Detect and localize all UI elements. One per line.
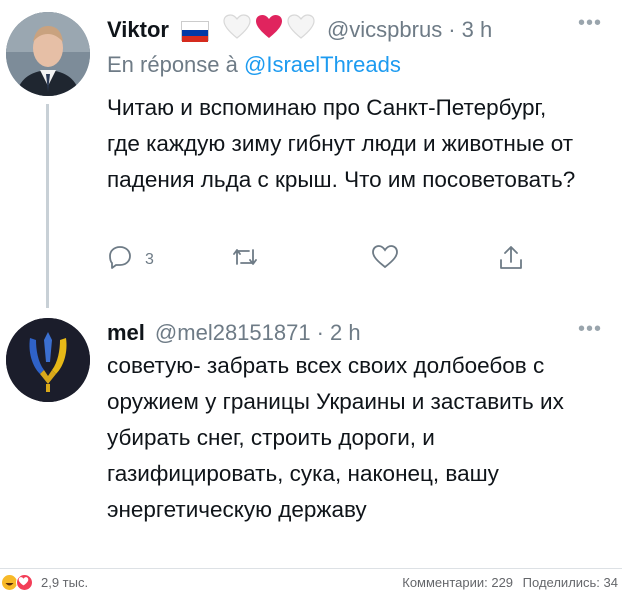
author-name[interactable]: Viktor	[107, 17, 169, 43]
like-button[interactable]	[371, 244, 399, 275]
reply-prefix: En réponse à	[107, 52, 238, 77]
reply-icon	[107, 244, 133, 275]
timestamp[interactable]: · 3 h	[448, 17, 492, 43]
reply-context: En réponse à @IsraelThreads	[107, 52, 401, 78]
share-button[interactable]	[497, 244, 525, 277]
ukraine-trident-avatar-icon[interactable]	[6, 318, 90, 402]
author-handle[interactable]: @mel28151871	[155, 320, 311, 346]
white-heart-icon	[287, 14, 315, 46]
timestamp[interactable]: · 2 h	[317, 320, 361, 346]
reactions-count: 2,9 тыс.	[41, 575, 89, 590]
more-icon[interactable]: •••	[578, 318, 602, 341]
comments-count[interactable]: Комментарии: 229	[402, 575, 513, 590]
like-icon	[371, 244, 399, 275]
reactions[interactable]: 2,9 тыс.	[2, 574, 88, 591]
love-reaction-icon	[16, 574, 33, 591]
tweet-actions: 3	[107, 244, 527, 278]
tweet-text: Читаю и вспоминаю про Санкт-Петербург, г…	[107, 95, 576, 192]
tweet-mel[interactable]: mel @mel28151871 · 2 h ••• советую- забр…	[0, 300, 622, 568]
flag-russia-icon	[180, 21, 209, 42]
red-heart-icon	[255, 14, 283, 46]
reply-to-link[interactable]: @IsraelThreads	[244, 52, 401, 77]
reply-count: 3	[145, 250, 154, 268]
retweet-icon	[231, 244, 259, 275]
reply-button[interactable]: 3	[107, 244, 154, 275]
tweet-viktor[interactable]: Viktor @vicspbrus · 3 h ••• En réponse à…	[0, 0, 622, 308]
post-footer: 2,9 тыс. Комментарии: 229 Поделились: 34	[0, 568, 622, 593]
white-heart-icon	[223, 14, 251, 46]
retweet-button[interactable]	[231, 244, 259, 275]
tweet-header: mel @mel28151871 · 2 h	[107, 320, 361, 346]
footer-stats: Комментарии: 229 Поделились: 34	[402, 575, 618, 590]
tweet-header: Viktor @vicspbrus · 3 h	[107, 14, 492, 46]
author-name[interactable]: mel	[107, 320, 145, 346]
thread-line	[46, 104, 49, 308]
tweet-text: советую- забрать всех своих долбоебов с …	[107, 353, 564, 522]
shares-count[interactable]: Поделились: 34	[523, 575, 618, 590]
laugh-reaction-icon	[2, 575, 17, 590]
more-icon[interactable]: •••	[578, 12, 602, 35]
author-handle[interactable]: @vicspbrus	[327, 17, 442, 43]
share-icon	[497, 244, 525, 277]
avatar-viktor[interactable]	[6, 12, 90, 96]
